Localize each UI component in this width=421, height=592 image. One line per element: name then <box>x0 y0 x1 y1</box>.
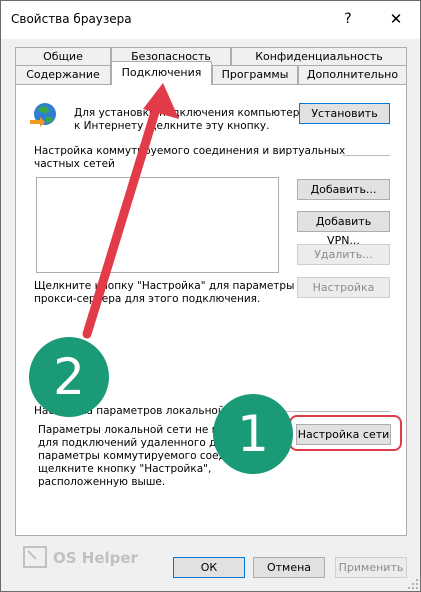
step-2-badge: 2 <box>29 337 109 417</box>
arrow-annotation <box>82 83 179 339</box>
step-1-badge: 1 <box>213 394 293 474</box>
lan-button-highlight <box>289 415 402 451</box>
browser-properties-dialog: Свойства браузера ? ✕ Общие Безопасность… <box>0 0 421 592</box>
